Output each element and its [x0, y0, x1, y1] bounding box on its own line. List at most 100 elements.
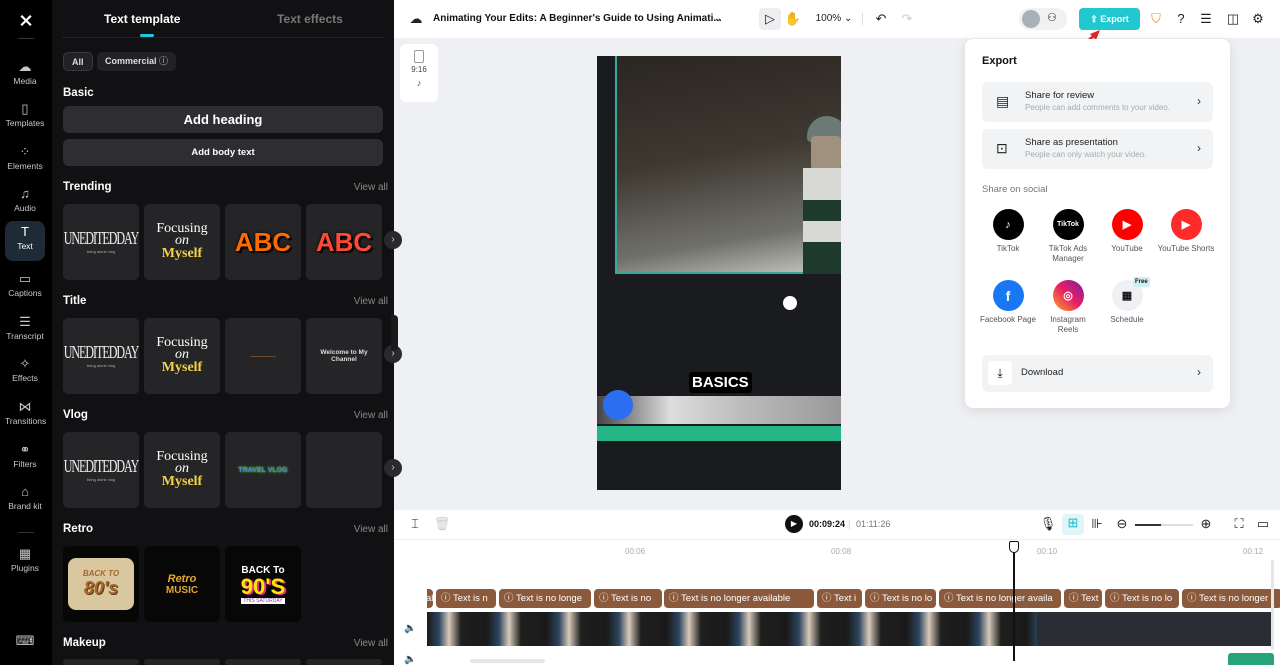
caption-clip[interactable]: ⓘ Text is n — [436, 589, 496, 608]
tab-text-template[interactable]: Text template — [104, 12, 180, 26]
view-all-vlog-link[interactable]: View all — [354, 410, 388, 421]
microphone-icon[interactable]: 🎙 — [1038, 515, 1058, 533]
add-user-icon[interactable]: ⚇ — [1047, 11, 1057, 24]
video-track[interactable] — [427, 612, 1274, 646]
template-thumb[interactable]: TRAVEL VLOG — [225, 432, 301, 508]
scroll-right-button[interactable]: › — [384, 459, 402, 477]
template-thumb[interactable]: Focusing on Myself — [144, 432, 220, 508]
play-button[interactable]: ▶ — [785, 515, 803, 533]
template-thumb[interactable] — [144, 659, 220, 665]
tab-text-effects[interactable]: Text effects — [277, 12, 343, 26]
add-heading-button[interactable]: Add heading — [63, 106, 383, 133]
redo-button[interactable]: ↷ — [897, 10, 917, 28]
template-thumb[interactable]: BACK TO 80's — [63, 546, 139, 622]
split-scene-icon[interactable]: ⊪ — [1087, 515, 1107, 533]
collaborators-group[interactable]: ⚇ — [1019, 8, 1067, 30]
view-all-makeup-link[interactable]: View all — [354, 638, 388, 649]
rail-item-effects[interactable]: ✧ Effects — [5, 353, 45, 393]
playhead-handle[interactable] — [1009, 541, 1019, 553]
rail-item-elements[interactable]: ⁘ Elements — [5, 141, 45, 181]
social-youtube[interactable]: ▶ YouTube — [1098, 209, 1156, 254]
template-thumb[interactable]: BACK To 90'S THIS SATURDAY — [225, 546, 301, 622]
template-thumb[interactable]: UNEDITEDDAY living alone vlog — [63, 432, 139, 508]
rail-item-templates[interactable]: ▯ Templates — [5, 98, 45, 138]
help-icon[interactable]: ? — [1171, 10, 1191, 28]
social-tiktok-ads-manager[interactable]: TikTok TikTok Ads Manager — [1039, 209, 1097, 264]
caption-clip[interactable]: ⓘ Text is no lo — [865, 589, 936, 608]
template-thumb[interactable] — [225, 318, 301, 394]
audio-clip[interactable] — [1228, 653, 1274, 665]
playhead[interactable] — [1009, 541, 1019, 661]
aspect-ratio-card[interactable]: 9:16 ♪ — [400, 44, 438, 102]
social-schedule[interactable]: ▦ Free Schedule — [1098, 277, 1156, 325]
share-as-presentation-option[interactable]: ⊡ Share as presentation People can only … — [982, 129, 1213, 169]
template-thumb[interactable] — [306, 659, 382, 665]
view-all-trending-link[interactable]: View all — [354, 182, 388, 193]
zoom-slider[interactable] — [1135, 524, 1193, 526]
rail-item-captions[interactable]: ▭ Captions — [5, 268, 45, 308]
scroll-right-button[interactable]: › — [384, 231, 402, 249]
title-dropdown-chevron-icon[interactable]: ⌄ — [708, 10, 728, 28]
filter-chip-commercial[interactable]: Commercial ⓘ — [97, 52, 177, 71]
track-volume-icon[interactable]: 🔈 — [404, 654, 416, 665]
project-title[interactable]: Animating Your Edits: A Beginner's Guide… — [433, 13, 722, 24]
view-all-retro-link[interactable]: View all — [354, 524, 388, 535]
add-body-text-button[interactable]: Add body text — [63, 139, 383, 166]
template-thumb[interactable]: ABC — [225, 204, 301, 280]
rail-item-audio[interactable]: ♫ Audio — [5, 183, 45, 223]
layers-icon[interactable]: ☰ — [1196, 10, 1216, 28]
caption-clip[interactable]: ⓘ Text is no longer — [1182, 589, 1280, 608]
caption-clip[interactable]: ⓘ Text is no longer availa — [939, 589, 1061, 608]
template-thumb[interactable]: UNEDITEDDAY living alone vlog — [63, 318, 139, 394]
fullscreen-icon[interactable]: ⛶ — [1229, 515, 1249, 533]
template-thumb[interactable] — [225, 659, 301, 665]
caption-clip[interactable]: ⓘ Text i — [817, 589, 862, 608]
rail-item-text[interactable]: T Text — [5, 221, 45, 261]
share-for-review-option[interactable]: ▤ Share for review People can add commen… — [982, 82, 1213, 122]
zoom-dropdown[interactable]: 100% ⌄ — [812, 10, 856, 28]
delete-icon[interactable]: 🗑 — [432, 515, 452, 533]
social-instagram-reels[interactable]: ◎ Instagram Reels — [1039, 280, 1097, 335]
capcut-logo-icon[interactable]: ⨯ — [14, 10, 38, 30]
rail-item-filters[interactable]: ⚭ Filters — [5, 439, 45, 479]
social-facebook-page[interactable]: f Facebook Page — [979, 280, 1037, 325]
caption-clip[interactable]: ⓘ Text is no longe — [499, 589, 591, 608]
hand-tool-button[interactable]: ✋ — [783, 10, 803, 28]
filter-chip-all[interactable]: All — [63, 52, 93, 71]
collapse-panel-handle[interactable] — [391, 315, 398, 351]
rail-item-transcript[interactable]: ☰ Transcript — [5, 311, 45, 351]
view-all-title-link[interactable]: View all — [354, 296, 388, 307]
rail-item-brand-kit[interactable]: ⌂ Brand kit — [5, 481, 45, 525]
caption-text[interactable]: BASICS — [689, 372, 752, 393]
template-thumb[interactable]: Retro MUSIC — [144, 546, 220, 622]
video-clip[interactable] — [1037, 612, 1274, 646]
horizontal-scrollbar[interactable] — [470, 659, 545, 663]
export-button[interactable]: ⇪ Export — [1079, 8, 1140, 30]
cloud-sync-icon[interactable]: ☁ — [406, 10, 426, 28]
caption-clip[interactable]: ⓘ Text is no lo — [1105, 589, 1179, 608]
layout-panel-icon[interactable]: ◫ — [1223, 10, 1243, 28]
template-thumb[interactable]: UNEDITEDDAY living alone vlog — [63, 204, 139, 280]
caption-clip[interactable]: ⓘ Text — [1064, 589, 1102, 608]
caption-clip[interactable]: ⓘ Text is no — [594, 589, 662, 608]
template-thumb[interactable]: Focusing on Myself — [144, 318, 220, 394]
rail-item-plugins[interactable]: ▦ Plugins — [5, 543, 45, 583]
auto-snap-toggle[interactable]: ⊞ — [1062, 514, 1084, 535]
template-thumb[interactable]: ABC — [306, 204, 382, 280]
social-youtube-shorts[interactable]: ▶ YouTube Shorts — [1157, 209, 1215, 254]
split-tool-icon[interactable]: ⌶ — [405, 515, 425, 533]
timeline-ruler[interactable]: 00:06 00:08 00:10 00:12 — [427, 541, 1280, 561]
monitor-icon[interactable]: ▭ — [1253, 515, 1273, 533]
rail-item-media[interactable]: ☁ Media — [5, 56, 45, 96]
template-thumb[interactable]: Focusing on Myself — [144, 204, 220, 280]
download-option[interactable]: ⤓ Download › — [982, 355, 1213, 392]
template-thumb[interactable]: Welcome to My Channel — [306, 318, 382, 394]
zoom-out-icon[interactable]: ⊖ — [1112, 515, 1132, 533]
social-tiktok[interactable]: ♪ TikTok — [979, 209, 1037, 254]
zoom-in-icon[interactable]: ⊕ — [1196, 515, 1216, 533]
settings-gear-icon[interactable]: ⚙ — [1248, 10, 1268, 28]
vertical-scrollbar[interactable] — [1271, 560, 1274, 650]
template-thumb[interactable] — [63, 659, 139, 665]
caption-clip[interactable]: ⓘ Text is no longer available — [664, 589, 814, 608]
shield-icon[interactable]: ⛉ — [1146, 10, 1166, 28]
